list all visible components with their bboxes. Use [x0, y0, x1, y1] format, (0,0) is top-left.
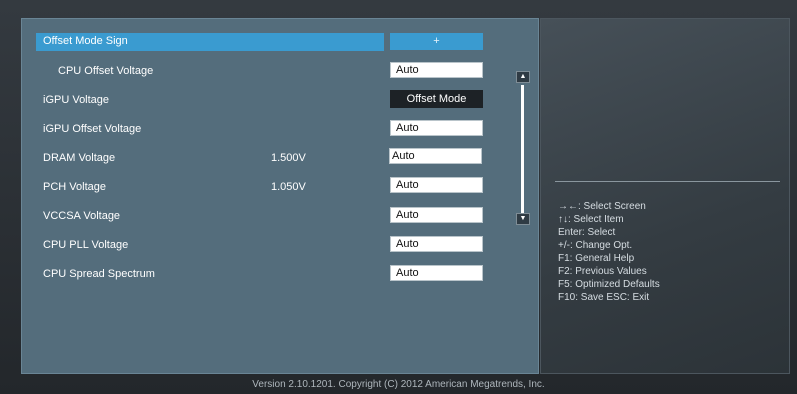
cpu-offset-voltage-field[interactable]: Auto	[390, 62, 483, 78]
help-item-enter: Enter: Select	[558, 227, 616, 238]
key-help-list: →←: Select Screen ↑↓: Select Item Enter:…	[558, 200, 660, 304]
help-panel-background	[541, 19, 789, 373]
help-item-optimized-defaults: F5: Optimized Defaults	[558, 279, 660, 290]
setting-row-igpu-offset-voltage[interactable]: iGPU Offset Voltage	[36, 120, 446, 140]
igpu-offset-voltage-field[interactable]: Auto	[390, 120, 483, 136]
setting-row-cpu-pll-voltage[interactable]: CPU PLL Voltage	[36, 236, 446, 256]
version-footer: Version 2.10.1201. Copyright (C) 2012 Am…	[252, 379, 545, 390]
help-item-change-opt: +/-: Change Opt.	[558, 240, 633, 251]
cpu-pll-voltage-field[interactable]: Auto	[390, 236, 483, 252]
help-item-select-item: ↑↓: Select Item	[558, 214, 624, 225]
vccsa-voltage-field[interactable]: Auto	[390, 207, 483, 223]
setting-label: CPU Offset Voltage	[58, 65, 154, 77]
setting-row-offset-mode-sign[interactable]: Offset Mode Sign	[36, 33, 384, 51]
igpu-voltage-field[interactable]: Offset Mode	[390, 90, 483, 108]
dram-voltage-field[interactable]: Auto	[389, 148, 482, 164]
help-divider	[555, 181, 780, 182]
setting-row-dram-voltage[interactable]: DRAM Voltage 1.500V	[36, 149, 446, 169]
help-item-save-exit: F10: Save ESC: Exit	[558, 292, 650, 303]
cpu-spread-spectrum-field[interactable]: Auto	[390, 265, 483, 281]
scrollbar-thumb[interactable]	[521, 85, 524, 213]
help-panel: →←: Select Screen ↑↓: Select Item Enter:…	[540, 18, 790, 374]
setting-label: VCCSA Voltage	[43, 210, 121, 222]
pch-voltage-field[interactable]: Auto	[390, 177, 483, 193]
bios-window: Offset Mode Sign + CPU Offset Voltage Au…	[0, 0, 797, 394]
setting-current-value: 1.050V	[271, 181, 306, 193]
help-item-select-screen: →←: Select Screen	[558, 201, 646, 212]
setting-label: DRAM Voltage	[43, 152, 116, 164]
setting-label: Offset Mode Sign	[43, 35, 128, 47]
setting-label: iGPU Offset Voltage	[43, 123, 142, 135]
scroll-down-button[interactable]: ▼	[516, 213, 530, 225]
settings-panel: Offset Mode Sign + CPU Offset Voltage Au…	[21, 18, 539, 374]
scroll-up-button[interactable]: ▲	[516, 71, 530, 83]
help-item-general-help: F1: General Help	[558, 253, 635, 264]
offset-mode-sign-field[interactable]: +	[390, 33, 483, 50]
help-item-previous-values: F2: Previous Values	[558, 266, 647, 277]
setting-row-vccsa-voltage[interactable]: VCCSA Voltage	[36, 207, 446, 227]
setting-current-value: 1.500V	[271, 152, 306, 164]
setting-label: iGPU Voltage	[43, 94, 110, 106]
setting-row-cpu-spread-spectrum[interactable]: CPU Spread Spectrum	[36, 265, 446, 285]
setting-label: CPU PLL Voltage	[43, 239, 129, 251]
setting-label: CPU Spread Spectrum	[43, 268, 155, 280]
setting-row-cpu-offset-voltage[interactable]: CPU Offset Voltage	[36, 62, 446, 82]
setting-row-pch-voltage[interactable]: PCH Voltage 1.050V	[36, 178, 446, 198]
setting-label: PCH Voltage	[43, 181, 106, 193]
setting-row-igpu-voltage[interactable]: iGPU Voltage	[36, 91, 446, 111]
